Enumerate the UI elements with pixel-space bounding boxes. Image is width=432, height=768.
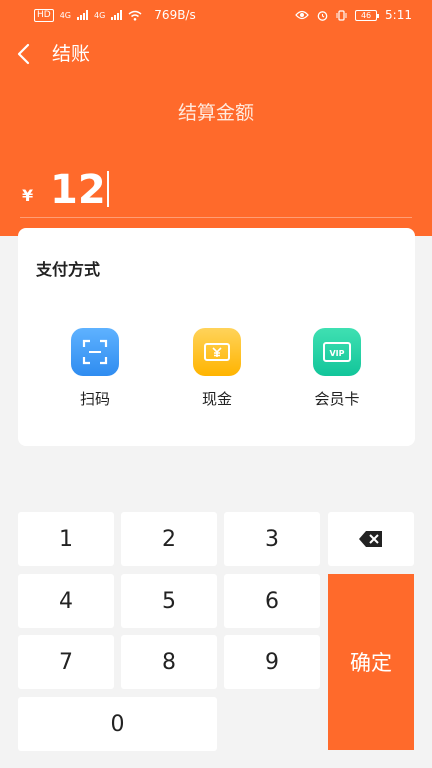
method-vip-card[interactable]: VIP 会员卡 [297, 328, 377, 409]
key-6[interactable]: 6 [224, 574, 320, 628]
confirm-button[interactable]: 确定 [328, 574, 414, 750]
signal-icon-2 [111, 10, 123, 20]
header-area: HD 4G 4G 769B/s 46 5:11 结账 结算金额 ¥ 12 [0, 0, 432, 236]
status-time: 5:11 [385, 8, 412, 22]
net-label-1: 4G [59, 10, 71, 20]
key-7[interactable]: 7 [18, 635, 114, 689]
text-caret [106, 171, 109, 207]
payment-method-title: 支付方式 [36, 260, 101, 279]
vip-card-icon: VIP [313, 328, 361, 376]
method-label: 现金 [201, 390, 232, 408]
key-2[interactable]: 2 [121, 512, 217, 566]
payment-methods: 扫码 现金 VIP 会员卡 [18, 328, 415, 414]
key-1[interactable]: 1 [18, 512, 114, 566]
page-title: 结账 [52, 43, 91, 65]
amount-label: 结算金额 [177, 102, 254, 124]
payment-method-card: 支付方式 扫码 现金 VIP 会员卡 [18, 228, 415, 446]
status-right: 46 5:11 [295, 8, 412, 22]
key-0[interactable]: 0 [18, 697, 217, 751]
hd-badge: HD [34, 8, 54, 22]
vip-card-badge: VIP [329, 349, 344, 358]
method-label: 会员卡 [314, 390, 360, 408]
cash-icon [193, 328, 241, 376]
net-label-2: 4G [94, 10, 106, 20]
key-4[interactable]: 4 [18, 574, 114, 628]
currency-symbol: ¥ [22, 186, 34, 205]
battery-icon: 46 [355, 9, 380, 21]
method-scan[interactable]: 扫码 [55, 328, 135, 409]
key-3[interactable]: 3 [224, 512, 320, 566]
alarm-icon [317, 10, 328, 21]
key-9[interactable]: 9 [224, 635, 320, 689]
network-speed: 769B/s [154, 8, 196, 22]
status-bar: HD 4G 4G 769B/s 46 5:11 [0, 0, 432, 30]
wifi-icon [128, 10, 142, 21]
delete-button[interactable] [328, 512, 414, 566]
scan-icon [71, 328, 119, 376]
nav-bar: 结账 [0, 36, 432, 72]
key-8[interactable]: 8 [121, 635, 217, 689]
method-label: 扫码 [79, 390, 110, 408]
back-arrow-icon[interactable] [14, 42, 36, 66]
amount-display: 12 [50, 166, 109, 214]
amount-value: 12 [50, 167, 106, 213]
vibrate-icon [336, 9, 347, 21]
backspace-icon [359, 531, 382, 547]
signal-icon [77, 10, 88, 20]
eye-icon [295, 10, 309, 20]
amount-input[interactable]: ¥ 12 [20, 166, 412, 218]
status-left: HD 4G 4G 769B/s [34, 8, 196, 22]
method-cash[interactable]: 现金 [177, 328, 257, 409]
key-5[interactable]: 5 [121, 574, 217, 628]
